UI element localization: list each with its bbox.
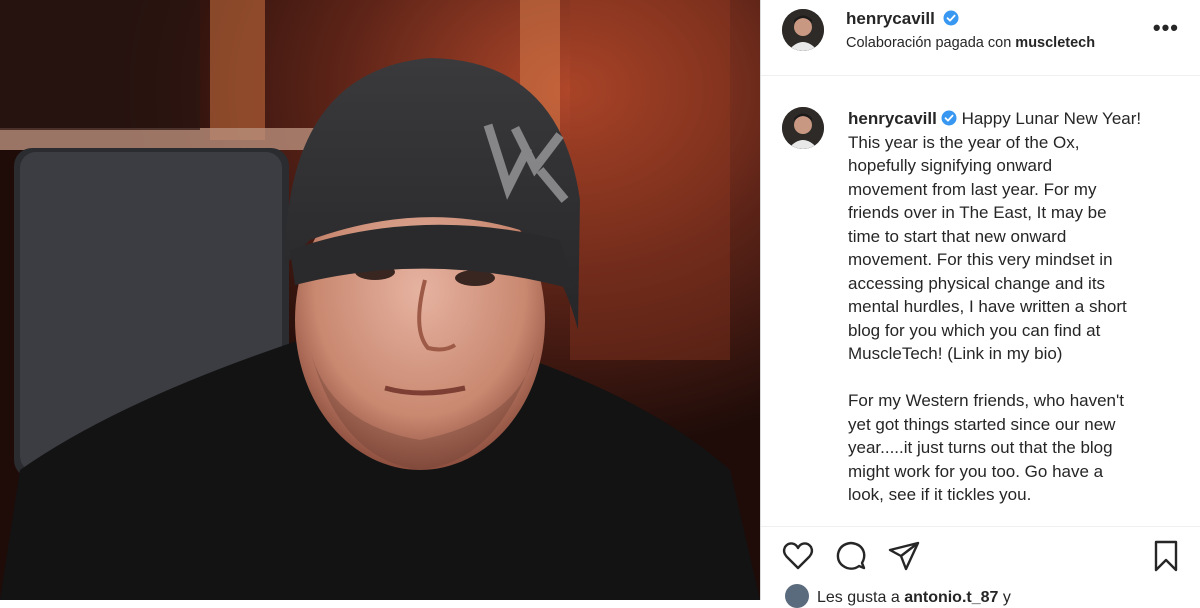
post-header: henrycavill Colaboración pagada con musc… <box>761 0 1200 76</box>
caption-line: movement from last year. For my <box>848 179 1097 199</box>
caption-line: movement. For this very mindset in <box>848 250 1113 269</box>
caption-line: hopefully signifying onward <box>848 156 1053 175</box>
post-photo-illustration <box>0 0 760 600</box>
caption-line: yet got things started since our new <box>848 414 1116 434</box>
heart-icon[interactable] <box>781 539 815 573</box>
caption-avatar[interactable] <box>782 107 824 149</box>
paid-partnership-label: Colaboración pagada con muscletech <box>846 35 1095 51</box>
likes-prefix: Les gusta a <box>817 589 900 606</box>
send-icon[interactable] <box>887 539 921 573</box>
comment-icon[interactable] <box>834 539 868 573</box>
liker-avatar[interactable] <box>785 584 809 608</box>
caption-line: MuscleTech! (Link in my bio) <box>848 344 1063 363</box>
caption-line: accessing physical change and its <box>848 273 1106 293</box>
caption-line: look, see if it tickles you. <box>848 485 1032 504</box>
username-link[interactable]: henrycavill <box>846 9 935 28</box>
caption-username-link[interactable]: henrycavill <box>848 109 937 128</box>
caption-line: mental hurdles, I have written a short <box>848 297 1127 316</box>
bookmark-icon[interactable] <box>1149 539 1183 573</box>
caption-verified-badge-icon <box>941 110 957 126</box>
partner-link[interactable]: muscletech <box>1015 35 1095 51</box>
more-options-icon[interactable]: ••• <box>1153 17 1179 39</box>
caption-line: year.....it just turns out that the blog <box>848 438 1113 457</box>
caption-line: For my Western friends, who haven't <box>848 391 1124 410</box>
likes-suffix: y <box>1002 589 1011 606</box>
caption-area: henrycavill Happy Lunar New Year! This y… <box>761 77 1200 527</box>
caption-line: Happy Lunar New Year! <box>961 109 1142 128</box>
caption-line: time to start that new onward <box>848 226 1067 246</box>
likes-summary: Les gusta a antonio.t_87 y <box>785 584 1011 608</box>
verified-badge-icon <box>943 10 959 26</box>
header-username-row: henrycavill <box>846 9 959 29</box>
caption-line: blog for you which you can find at <box>848 320 1101 340</box>
caption-line: might work for you too. Go have a <box>848 461 1104 481</box>
caption-text: henrycavill Happy Lunar New Year! This y… <box>848 107 1168 507</box>
caption-avatar-image <box>782 107 824 149</box>
avatar-image <box>782 9 824 51</box>
avatar[interactable] <box>782 9 824 51</box>
post-photo[interactable] <box>0 0 760 600</box>
post-side-panel: henrycavill Colaboración pagada con musc… <box>760 0 1200 608</box>
caption-line: This year is the year of the Ox, <box>848 132 1080 152</box>
post-action-bar: Les gusta a antonio.t_87 y <box>761 526 1200 608</box>
caption-line: friends over in The East, It may be <box>848 203 1107 222</box>
paid-partnership-prefix: Colaboración pagada con <box>846 35 1012 51</box>
liker-username-link[interactable]: antonio.t_87 <box>904 589 998 606</box>
